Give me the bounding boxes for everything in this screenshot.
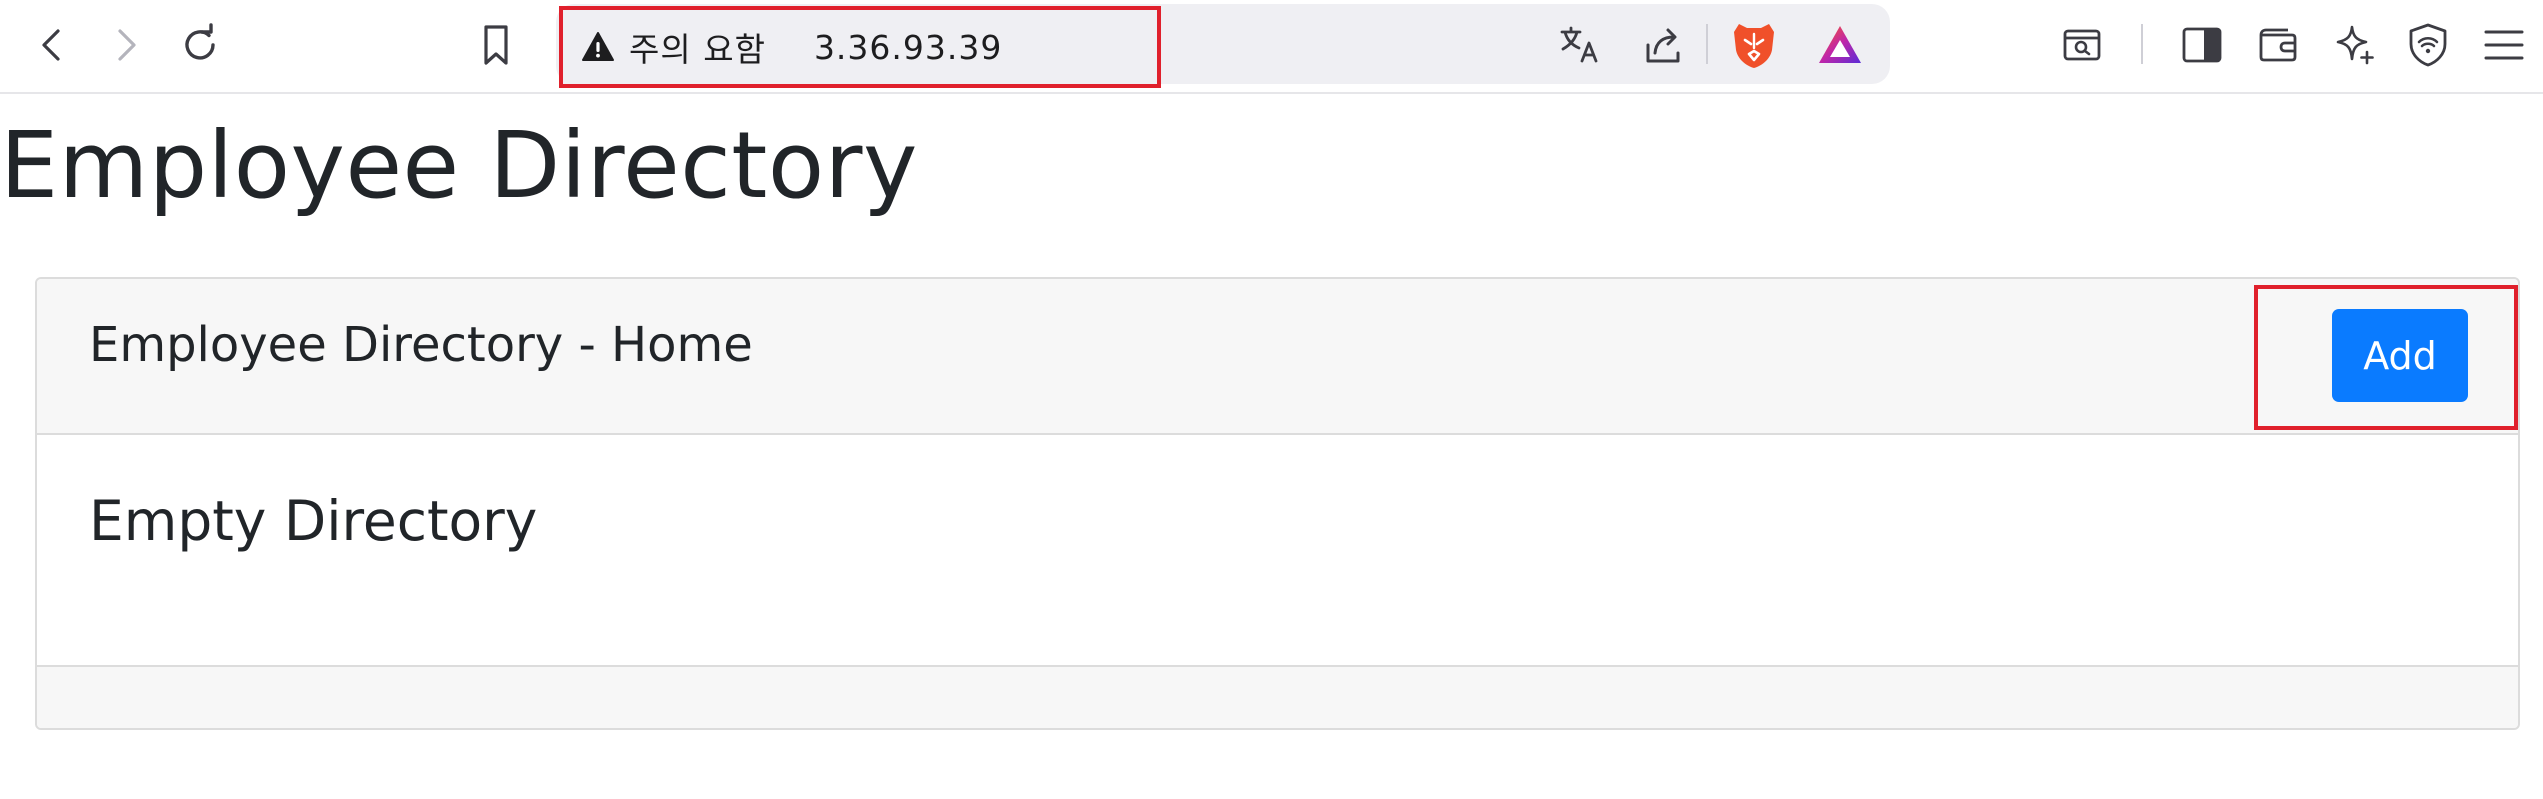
card-header: Employee Directory - Home	[37, 279, 2518, 435]
bookmark-button[interactable]	[468, 17, 524, 73]
screenshot-button[interactable]	[2054, 17, 2110, 73]
directory-card: Employee Directory - Home Empty Director…	[35, 277, 2520, 730]
vpn-button[interactable]	[2400, 17, 2456, 73]
url-text[interactable]: 3.36.93.39	[814, 28, 1002, 67]
forward-button[interactable]	[98, 17, 154, 73]
toolbar-separator	[1706, 24, 1708, 64]
sidebar-button[interactable]	[2174, 17, 2230, 73]
brave-lion-icon	[1731, 20, 1777, 70]
chevron-right-icon	[106, 25, 146, 65]
screenshot-search-icon	[2060, 23, 2104, 67]
sidebar-icon	[2180, 23, 2224, 67]
back-button[interactable]	[24, 17, 80, 73]
wallet-button[interactable]	[2250, 17, 2306, 73]
add-employee-button[interactable]: Add	[2332, 309, 2468, 402]
toolbar-separator	[2141, 24, 2143, 64]
empty-directory-message: Empty Directory	[89, 489, 538, 553]
sparkle-icon	[2332, 23, 2376, 67]
share-icon	[1642, 23, 1686, 67]
leo-ai-button[interactable]	[2326, 17, 2382, 73]
translate-button[interactable]	[1552, 17, 1608, 73]
hamburger-menu-icon	[2482, 25, 2526, 65]
reload-icon	[178, 23, 222, 67]
wallet-icon	[2256, 23, 2300, 67]
reload-button[interactable]	[172, 17, 228, 73]
chevron-left-icon	[32, 25, 72, 65]
brave-shields-button[interactable]	[1726, 17, 1782, 73]
address-field-highlight[interactable]: 주의 요함 3.36.93.39	[559, 6, 1161, 88]
bookmark-icon	[476, 23, 516, 67]
page-title: Employee Directory	[0, 112, 918, 219]
security-status-label[interactable]: 주의 요함	[629, 23, 766, 71]
card-header-title: Employee Directory - Home	[89, 317, 753, 373]
brave-rewards-triangle-icon	[1816, 23, 1864, 67]
brave-rewards-button[interactable]	[1812, 17, 1868, 73]
browser-toolbar: 주의 요함 3.36.93.39	[0, 0, 2543, 94]
main-menu-button[interactable]	[2476, 17, 2532, 73]
translate-icon	[1558, 23, 1602, 67]
card-footer	[37, 665, 2518, 728]
share-button[interactable]	[1636, 17, 1692, 73]
warning-triangle-icon	[581, 31, 615, 63]
vpn-shield-icon	[2406, 22, 2450, 68]
